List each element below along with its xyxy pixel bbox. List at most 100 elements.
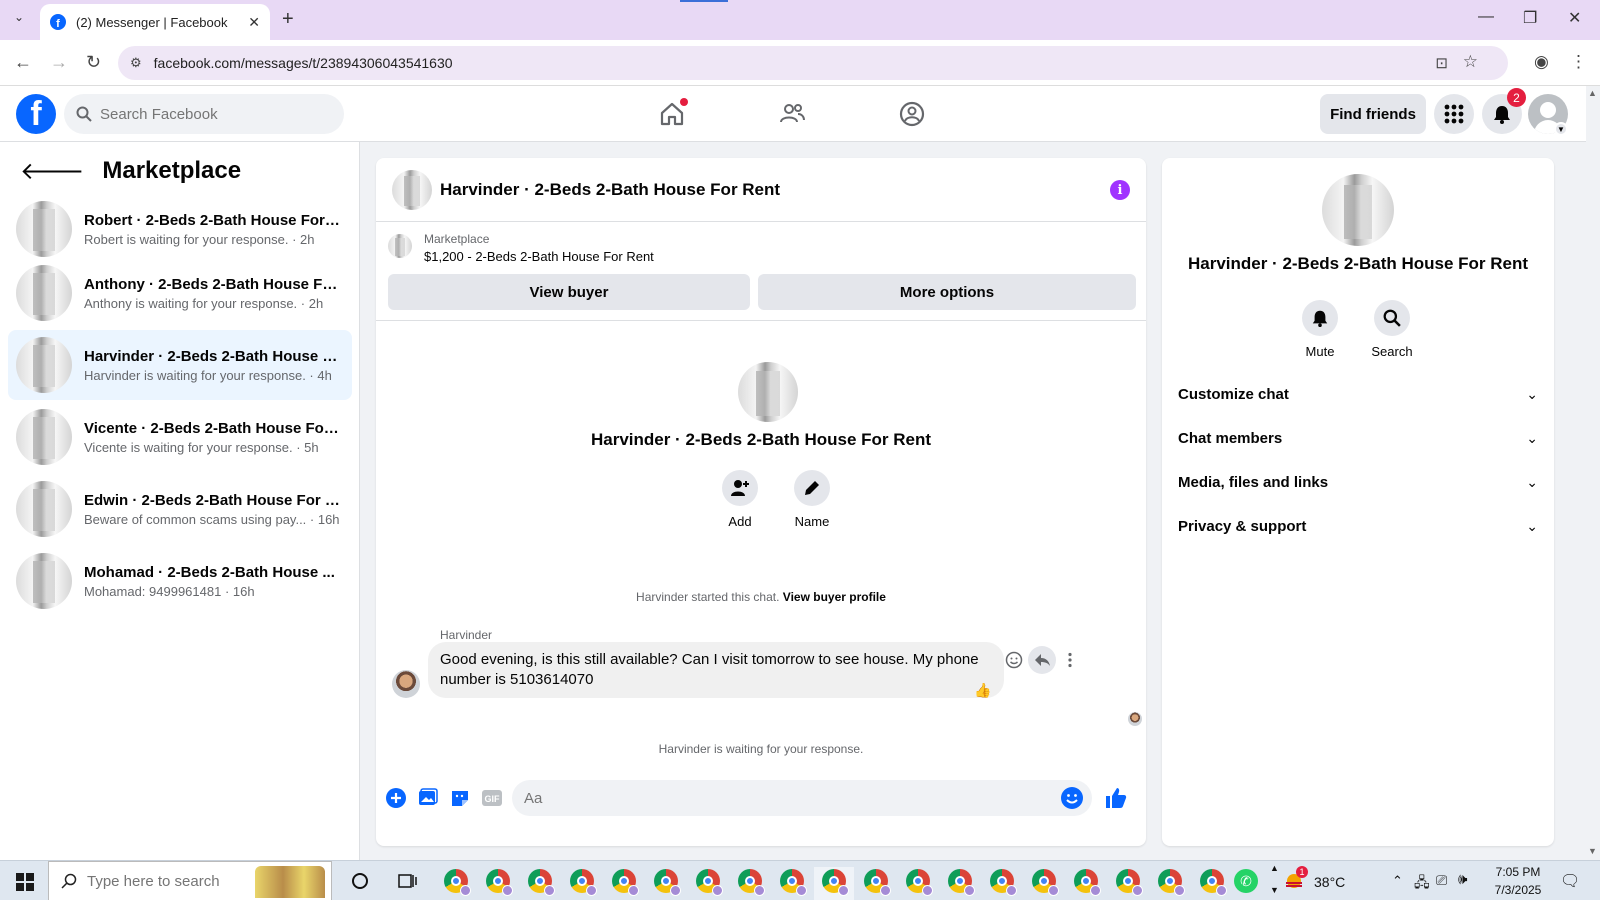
overflow-up-icon[interactable]: ▲: [1270, 863, 1279, 873]
gif-icon[interactable]: GIF: [480, 786, 504, 810]
chrome-profile-icon[interactable]: [948, 869, 975, 896]
chat-title[interactable]: Harvinder · 2-Beds 2-Bath House For Rent: [440, 180, 780, 200]
overflow-down-icon[interactable]: ▼: [1270, 885, 1279, 895]
chrome-profile-icon[interactable]: [612, 869, 639, 896]
maximize-icon[interactable]: ❐: [1523, 8, 1537, 28]
facebook-logo-icon[interactable]: f: [16, 94, 56, 134]
add-member-action[interactable]: Add: [710, 470, 770, 529]
message-bubble[interactable]: Good evening, is this still available? C…: [428, 642, 1004, 698]
back-arrow-icon[interactable]: ←: [14, 52, 32, 73]
plus-circle-icon[interactable]: [384, 786, 408, 810]
emoji-icon[interactable]: [1060, 786, 1084, 810]
search-action[interactable]: Search: [1360, 300, 1424, 359]
more-actions-icon[interactable]: [1056, 646, 1084, 674]
taskbar-search[interactable]: [48, 861, 332, 900]
tab-search-chevron-icon[interactable]: ⌄: [8, 10, 30, 30]
window-close-icon[interactable]: ✕: [1568, 8, 1581, 28]
back-arrow-icon[interactable]: 🡐: [20, 156, 84, 186]
whatsapp-icon[interactable]: ✆: [1234, 869, 1258, 893]
listing-title[interactable]: $1,200 - 2-Beds 2-Bath House For Rent: [424, 249, 654, 264]
chrome-profile-icon[interactable]: [1158, 869, 1185, 896]
chrome-profile-icon[interactable]: [528, 869, 555, 896]
sticker-icon[interactable]: [448, 786, 472, 810]
name-chat-action[interactable]: Name: [782, 470, 842, 529]
conversation-item-active[interactable]: Harvinder · 2-Beds 2-Bath House F... Harv…: [8, 330, 352, 400]
chrome-profile-icon[interactable]: [444, 869, 471, 896]
tray-chevron-up-icon[interactable]: ⌃: [1392, 873, 1403, 889]
mute-action[interactable]: Mute: [1288, 300, 1352, 359]
sender-avatar[interactable]: [392, 670, 420, 698]
taskbar-search-input[interactable]: [87, 872, 247, 890]
chrome-profile-icon[interactable]: [696, 869, 723, 896]
customize-chat-section[interactable]: Customize chat ⌄: [1162, 372, 1554, 416]
chrome-profile-icon[interactable]: [1074, 869, 1101, 896]
message-input[interactable]: [524, 789, 1044, 807]
new-tab-icon[interactable]: +: [282, 8, 294, 31]
conversation-item[interactable]: Anthony · 2-Beds 2-Bath House Fo... Antho…: [8, 258, 352, 328]
reload-icon[interactable]: ↻: [86, 52, 101, 73]
menu-grid-icon[interactable]: [1434, 94, 1474, 134]
scroll-up-icon[interactable]: ▲: [1588, 88, 1597, 98]
conversation-item[interactable]: Robert · 2-Beds 2-Bath House For ... Robe…: [8, 194, 352, 264]
chrome-profile-icon[interactable]: [906, 869, 933, 896]
home-nav-icon[interactable]: [654, 96, 690, 132]
minimize-icon[interactable]: —: [1478, 8, 1494, 26]
find-friends-button[interactable]: Find friends: [1320, 94, 1426, 134]
network-icon[interactable]: 🖧: [1414, 872, 1430, 896]
scroll-down-icon[interactable]: ▼: [1588, 846, 1597, 856]
chrome-profile-icon[interactable]: [570, 869, 597, 896]
like-thumb-icon[interactable]: [1104, 786, 1128, 810]
react-smiley-icon[interactable]: [1000, 646, 1028, 674]
conversation-item[interactable]: Vicente · 2-Beds 2-Bath House For... Vice…: [8, 402, 352, 472]
temperature[interactable]: 38°C: [1314, 874, 1345, 890]
chrome-profile-icon[interactable]: [864, 869, 891, 896]
conversation-item[interactable]: Mohamad · 2-Beds 2-Bath House ... Mohamad…: [8, 546, 352, 616]
notification-center-icon[interactable]: 🗨: [1560, 871, 1580, 891]
chat-members-section[interactable]: Chat members ⌄: [1162, 416, 1554, 460]
site-settings-icon[interactable]: ⚙: [130, 55, 142, 71]
message-composer[interactable]: [512, 780, 1092, 816]
browser-tab-messenger[interactable]: f (2) Messenger | Facebook ✕: [40, 4, 270, 40]
windows-start-icon[interactable]: [16, 873, 34, 891]
chrome-profile-icon[interactable]: [780, 869, 807, 896]
chrome-profile-icon[interactable]: [822, 869, 849, 896]
chrome-menu-icon[interactable]: ⋮: [1570, 52, 1587, 72]
groups-nav-icon[interactable]: [894, 96, 930, 132]
privacy-support-section[interactable]: Privacy & support ⌄: [1162, 504, 1554, 548]
clock-time[interactable]: 7:05 PM: [1486, 865, 1550, 879]
install-app-icon[interactable]: ⊡: [1435, 54, 1448, 72]
conversation-info-icon[interactable]: i: [1110, 180, 1130, 200]
task-view-icon[interactable]: [396, 869, 420, 893]
photo-icon[interactable]: [416, 786, 440, 810]
volume-icon[interactable]: 🕪: [1458, 871, 1467, 888]
chrome-profile-icon[interactable]: [1032, 869, 1059, 896]
forward-arrow-icon[interactable]: →: [50, 52, 68, 73]
facebook-search[interactable]: [64, 94, 344, 134]
friends-nav-icon[interactable]: [774, 96, 810, 132]
chrome-profile-icon[interactable]: [738, 869, 765, 896]
conversation-item[interactable]: Edwin · 2-Beds 2-Bath House For R... Bewa…: [8, 474, 352, 544]
facebook-search-input[interactable]: [100, 105, 320, 123]
media-files-links-section[interactable]: Media, files and links ⌄: [1162, 460, 1554, 504]
chrome-profile-icon[interactable]: [1116, 869, 1143, 896]
chat-avatar[interactable]: [392, 169, 432, 210]
thumbs-up-reaction-icon[interactable]: 👍: [974, 682, 991, 699]
notifications-bell-icon[interactable]: 2: [1482, 88, 1526, 134]
chrome-profile-icon[interactable]: [486, 869, 513, 896]
meet-now-icon[interactable]: ⎚: [1436, 872, 1447, 889]
url-text[interactable]: facebook.com/messages/t/2389430604354163…: [154, 55, 453, 71]
chrome-profile-icon[interactable]: [990, 869, 1017, 896]
cortana-icon[interactable]: [348, 869, 372, 893]
reply-icon[interactable]: [1028, 646, 1056, 674]
address-bar[interactable]: ⚙ facebook.com/messages/t/23894306043541…: [118, 46, 1508, 80]
buyer-profile-avatar[interactable]: [738, 362, 798, 422]
view-buyer-profile-link[interactable]: View buyer profile: [783, 590, 886, 604]
chrome-profile-icon[interactable]: [654, 869, 681, 896]
chrome-profile-icon[interactable]: [1200, 869, 1227, 896]
profile-icon[interactable]: ◉: [1534, 52, 1549, 72]
bookmark-star-icon[interactable]: ☆: [1463, 52, 1478, 72]
clock-date[interactable]: 7/3/2025: [1486, 883, 1550, 897]
more-options-button[interactable]: More options: [758, 274, 1136, 310]
info-avatar[interactable]: [1322, 174, 1394, 246]
tab-close-icon[interactable]: ✕: [248, 14, 260, 31]
